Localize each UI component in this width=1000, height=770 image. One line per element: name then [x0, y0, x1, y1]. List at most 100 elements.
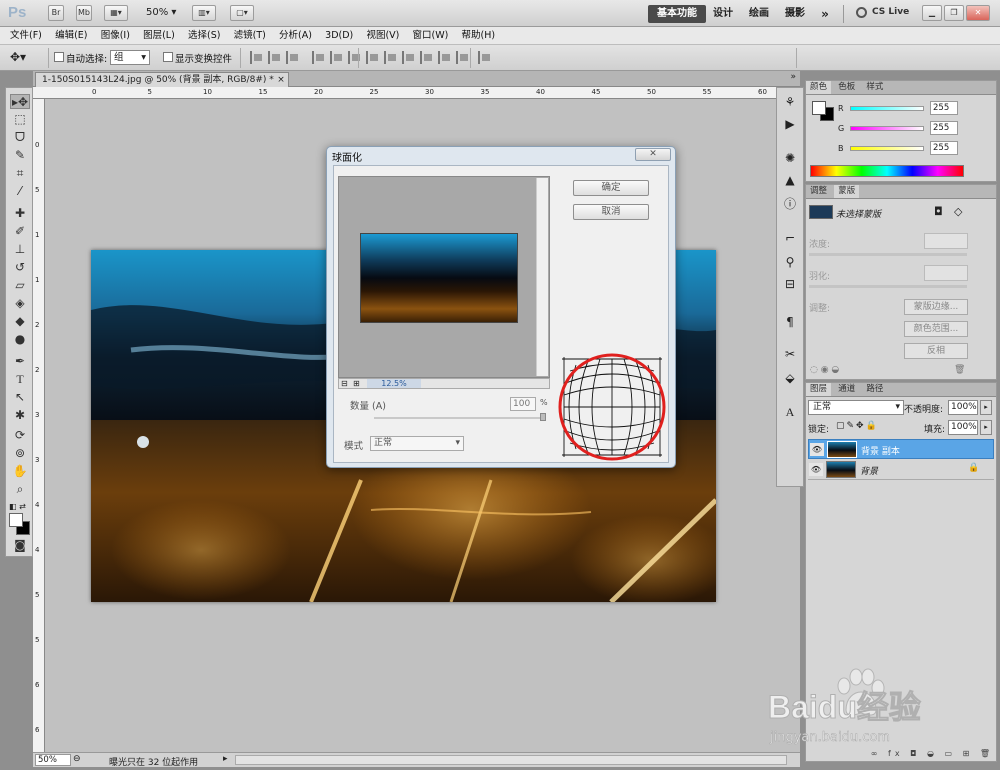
menu-file[interactable]: 文件(F)	[5, 27, 47, 44]
cancel-button[interactable]: 取消	[573, 204, 649, 220]
distribute-vcenter-icon[interactable]	[384, 51, 396, 64]
workspace-design[interactable]: 设计	[708, 5, 738, 23]
menu-select[interactable]: 选择(S)	[183, 27, 225, 44]
b-slider[interactable]	[850, 146, 924, 151]
tool-presets-panel-icon[interactable]: ⊟	[781, 276, 799, 292]
menu-help[interactable]: 帮助(H)	[457, 27, 501, 44]
cs-live-icon[interactable]	[856, 7, 867, 18]
align-top-icon[interactable]	[250, 51, 262, 64]
zoom-tool-icon[interactable]: ⌕	[10, 482, 30, 497]
document-tab[interactable]: 1-150S015143L24.jpg @ 50% (背景 副本, RGB/8#…	[35, 72, 289, 87]
menu-filter[interactable]: 滤镜(T)	[229, 27, 271, 44]
menu-image[interactable]: 图像(I)	[96, 27, 135, 44]
close-icon[interactable]: ✕	[966, 5, 990, 21]
align-vcenter-icon[interactable]	[268, 51, 280, 64]
zoom-level-dropdown[interactable]: 50% ▾	[146, 7, 176, 18]
brushes-panel-icon[interactable]: ✂	[781, 346, 799, 362]
character-panel-icon[interactable]: A	[781, 404, 799, 420]
history-brush-tool-icon[interactable]: ↺	[10, 260, 30, 275]
3d-rotate-tool-icon[interactable]: ⟳	[10, 428, 30, 443]
brush-tool-icon[interactable]: ✐	[10, 224, 30, 239]
history-panel-icon[interactable]: ⚘	[781, 94, 799, 110]
tab-overflow-icon[interactable]: »	[790, 72, 796, 82]
horizontal-scrollbar[interactable]	[235, 755, 787, 765]
ok-button[interactable]: 确定	[573, 180, 649, 196]
show-transform-checkbox[interactable]	[163, 52, 173, 62]
align-hcenter-icon[interactable]	[330, 51, 342, 64]
pen-tool-icon[interactable]: ✒	[10, 354, 30, 369]
navigator-panel-icon[interactable]: ▲	[781, 172, 799, 188]
workspace-essentials[interactable]: 基本功能	[648, 5, 706, 23]
screen-mode-button[interactable]: ▢▾	[230, 5, 254, 21]
mask-footer-icons[interactable]: ◌ ◉ ◒	[810, 365, 839, 375]
visibility-eye-icon[interactable]: 👁	[810, 443, 824, 456]
distribute-bottom-icon[interactable]	[402, 51, 414, 64]
gradient-tool-icon[interactable]: ◈	[10, 296, 30, 311]
cs-live-label[interactable]: CS Live	[872, 7, 909, 17]
layer-row[interactable]: 👁 背景 🔒	[808, 460, 994, 480]
mask-edge-button[interactable]: 蒙版边缘...	[904, 299, 968, 315]
type-tool-icon[interactable]: T	[10, 372, 30, 387]
3d-panel-icon[interactable]: ✺	[781, 150, 799, 166]
preview-scrollbar[interactable]	[536, 178, 548, 376]
distribute-left-icon[interactable]	[420, 51, 432, 64]
density-slider[interactable]	[809, 253, 967, 256]
distribute-right-icon[interactable]	[456, 51, 468, 64]
status-info-icon[interactable]: ⊖	[73, 754, 81, 764]
actions-panel-icon[interactable]: ▶	[781, 116, 799, 132]
mode-dropdown[interactable]: 正常 ▾	[370, 436, 464, 451]
eyedropper-tool-icon[interactable]: ⁄	[10, 184, 30, 199]
menu-analysis[interactable]: 分析(A)	[274, 27, 317, 44]
lasso-tool-icon[interactable]: ᗜ	[10, 130, 30, 145]
brush-presets-panel-icon[interactable]: ⌐	[781, 230, 799, 246]
amount-field[interactable]: 100	[510, 397, 536, 411]
vector-mask-icon[interactable]: ◇	[954, 205, 962, 218]
distribute-top-icon[interactable]	[366, 51, 378, 64]
quick-selection-tool-icon[interactable]: ✎	[10, 148, 30, 163]
status-menu-arrow-icon[interactable]: ▸	[223, 754, 228, 764]
g-value-field[interactable]: 255	[930, 121, 958, 135]
info-panel-icon[interactable]: ⓘ	[781, 196, 799, 212]
clone-source-panel-icon[interactable]: ⚲	[781, 254, 799, 270]
menu-3d[interactable]: 3D(D)	[320, 27, 358, 44]
align-bottom-icon[interactable]	[286, 51, 298, 64]
hand-tool-icon[interactable]: ✋	[10, 464, 30, 479]
opacity-field[interactable]: 100%	[948, 400, 978, 415]
layer-name[interactable]: 背景	[860, 464, 878, 477]
dodge-tool-icon[interactable]: ●	[10, 332, 30, 347]
visibility-eye-icon[interactable]: 👁	[809, 463, 823, 476]
close-tab-icon[interactable]: ×	[277, 73, 285, 87]
r-slider[interactable]	[850, 106, 924, 111]
color-range-button[interactable]: 颜色范围...	[904, 321, 968, 337]
crop-tool-icon[interactable]: ⌗	[10, 166, 30, 181]
move-tool-preset-icon[interactable]: ✥▾	[10, 50, 26, 64]
auto-align-layers-icon[interactable]	[478, 51, 490, 64]
g-slider[interactable]	[850, 126, 924, 131]
amount-slider[interactable]	[374, 417, 544, 419]
eraser-tool-icon[interactable]: ▱	[10, 278, 30, 293]
healing-brush-tool-icon[interactable]: ✚	[10, 206, 30, 221]
close-icon[interactable]: ✕	[635, 148, 671, 161]
move-tool-icon[interactable]: ▸✥	[10, 94, 30, 109]
zoom-in-icon[interactable]: ⊞	[353, 379, 360, 388]
mini-bridge-button[interactable]: Mb	[76, 5, 92, 21]
r-value-field[interactable]: 255	[930, 101, 958, 115]
zoom-out-icon[interactable]: ⊟	[341, 379, 348, 388]
tab-styles[interactable]: 样式	[862, 81, 887, 94]
tab-swatches[interactable]: 色板	[834, 81, 859, 94]
minimize-icon[interactable]: ▁	[922, 5, 942, 21]
path-selection-tool-icon[interactable]: ↖	[10, 390, 30, 405]
tab-masks[interactable]: 蒙版	[834, 185, 860, 198]
layer-row[interactable]: 👁 背景 副本	[808, 439, 994, 459]
opacity-arrow-icon[interactable]: ▸	[980, 400, 992, 415]
styles-panel-icon[interactable]: ⬙	[781, 370, 799, 386]
more-workspaces-button[interactable]: »	[816, 5, 834, 23]
menu-window[interactable]: 窗口(W)	[408, 27, 454, 44]
workspace-painting[interactable]: 绘画	[744, 5, 774, 23]
shape-tool-icon[interactable]: ✱	[10, 408, 30, 423]
restore-icon[interactable]: ❐	[944, 5, 964, 21]
layer-name[interactable]: 背景 副本	[861, 444, 900, 457]
tab-channels[interactable]: 通道	[834, 383, 859, 396]
layers-footer-icons[interactable]: ∞ fx ◘ ◒ ▭ ⊞ 🗑	[808, 749, 994, 761]
fill-arrow-icon[interactable]: ▸	[980, 420, 992, 435]
